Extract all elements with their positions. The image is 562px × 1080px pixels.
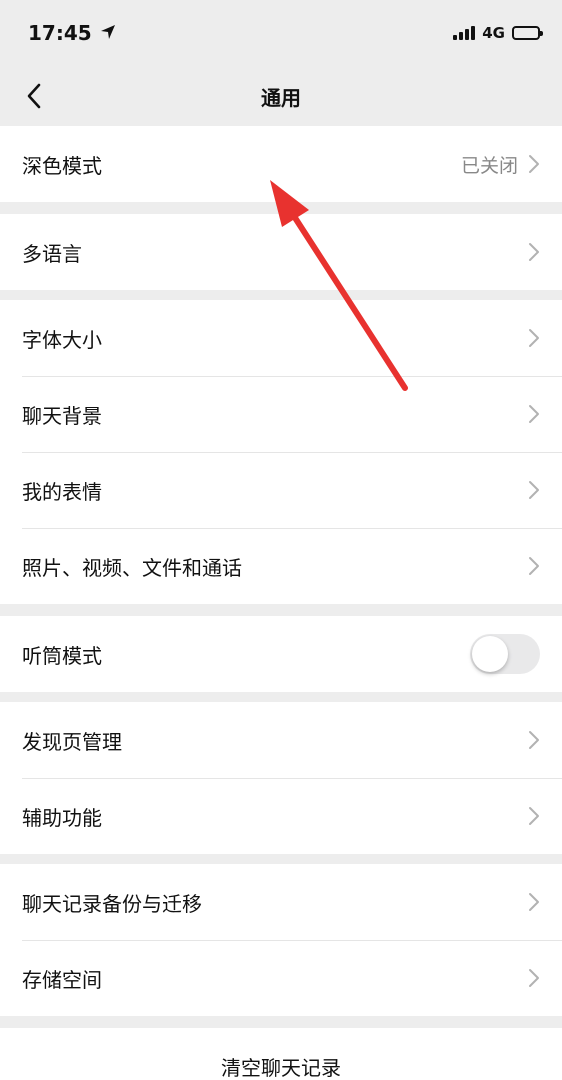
row-my-stickers[interactable]: 我的表情	[0, 452, 562, 528]
chevron-right-icon	[528, 328, 540, 348]
chevron-right-icon	[528, 154, 540, 174]
status-right: 4G	[453, 24, 543, 42]
chevron-right-icon	[528, 242, 540, 262]
settings-group-language: 多语言	[0, 214, 562, 290]
settings-group-receiver: 听筒模式	[0, 616, 562, 692]
chevron-left-icon	[27, 83, 41, 109]
row-dark-mode[interactable]: 深色模式 已关闭	[0, 126, 562, 202]
settings-group-storage: 聊天记录备份与迁移 存储空间	[0, 864, 562, 1016]
chevron-right-icon	[528, 730, 540, 750]
row-discover-management[interactable]: 发现页管理	[0, 702, 562, 778]
row-label: 听筒模式	[22, 643, 102, 668]
row-font-size[interactable]: 字体大小	[0, 300, 562, 376]
screen: 17:45 4G 通用 深色模式 已关闭 多语言 字体大小 聊天背景 我的表情 …	[0, 0, 562, 1080]
clear-chat-history-button[interactable]: 清空聊天记录	[0, 1028, 562, 1080]
back-button[interactable]	[16, 78, 52, 114]
row-label: 聊天记录备份与迁移	[22, 891, 202, 916]
chevron-right-icon	[528, 892, 540, 912]
chevron-right-icon	[528, 480, 540, 500]
row-media-files-calls[interactable]: 照片、视频、文件和通话	[0, 528, 562, 604]
row-label: 多语言	[22, 241, 82, 266]
settings-group-chat: 字体大小 聊天背景 我的表情 照片、视频、文件和通话	[0, 300, 562, 604]
location-arrow-icon	[100, 21, 116, 45]
row-language[interactable]: 多语言	[0, 214, 562, 290]
status-left: 17:45	[28, 21, 116, 45]
receiver-mode-toggle[interactable]	[470, 634, 540, 674]
row-label: 照片、视频、文件和通话	[22, 555, 242, 580]
row-accessibility[interactable]: 辅助功能	[0, 778, 562, 854]
status-bar: 17:45 4G	[0, 0, 562, 66]
row-value: 已关闭	[460, 154, 518, 177]
chevron-right-icon	[528, 806, 540, 826]
row-chat-background[interactable]: 聊天背景	[0, 376, 562, 452]
nav-bar: 通用	[0, 66, 562, 126]
row-label: 聊天背景	[22, 403, 102, 428]
row-label: 存储空间	[22, 967, 102, 992]
clear-label: 清空聊天记录	[221, 1055, 341, 1080]
row-label: 深色模式	[22, 153, 102, 178]
row-receiver-mode: 听筒模式	[0, 616, 562, 692]
status-time: 17:45	[28, 21, 92, 45]
settings-group-display: 深色模式 已关闭	[0, 126, 562, 202]
row-chat-backup[interactable]: 聊天记录备份与迁移	[0, 864, 562, 940]
chevron-right-icon	[528, 968, 540, 988]
chevron-right-icon	[528, 404, 540, 424]
row-label: 我的表情	[22, 479, 102, 504]
row-label: 辅助功能	[22, 805, 102, 830]
chevron-right-icon	[528, 556, 540, 576]
signal-icon	[453, 26, 476, 40]
settings-group-clear: 清空聊天记录	[0, 1028, 562, 1080]
battery-icon	[512, 26, 543, 40]
settings-group-discover: 发现页管理 辅助功能	[0, 702, 562, 854]
toggle-knob	[472, 636, 508, 672]
row-label: 字体大小	[22, 327, 102, 352]
network-type: 4G	[482, 24, 505, 42]
page-title: 通用	[261, 85, 301, 110]
row-label: 发现页管理	[22, 729, 122, 754]
row-storage[interactable]: 存储空间	[0, 940, 562, 1016]
